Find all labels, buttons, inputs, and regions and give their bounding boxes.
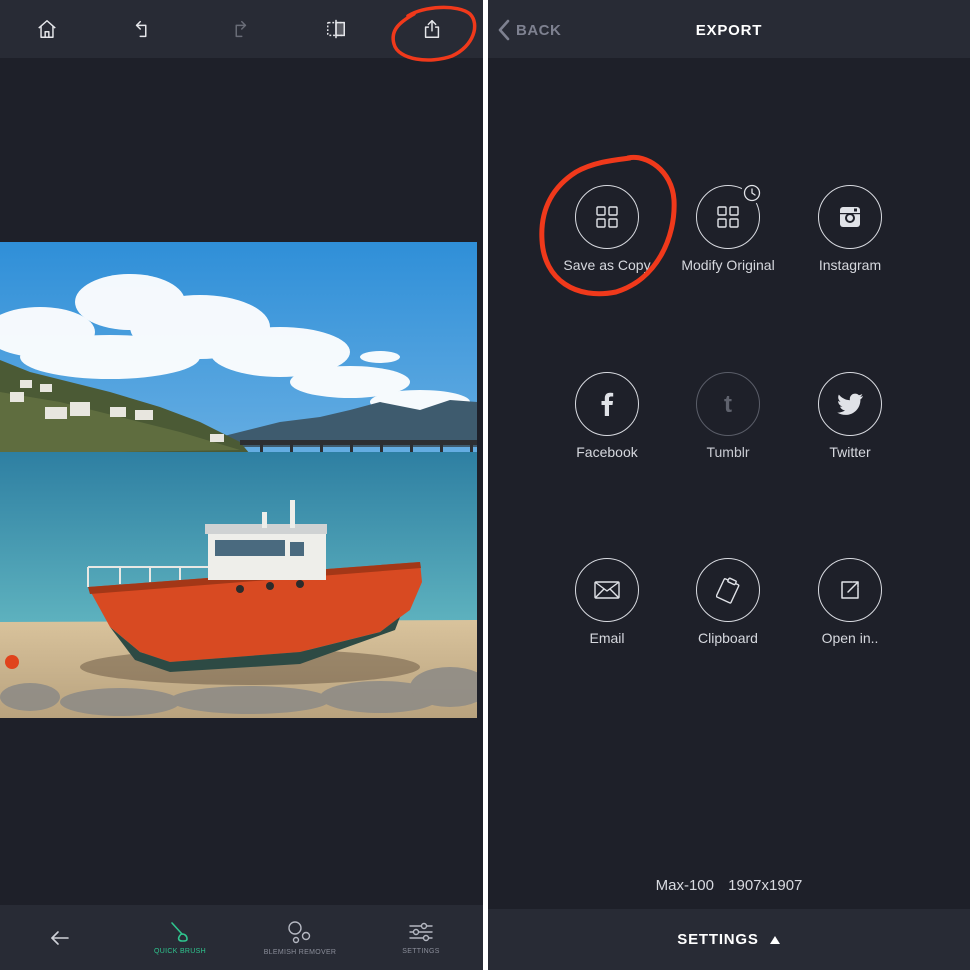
redo-button[interactable]	[222, 12, 256, 46]
twitter-label: Twitter	[829, 444, 871, 460]
email-label: Email	[589, 630, 625, 646]
tumblr-icon: t	[724, 391, 732, 418]
boat-photo	[0, 242, 477, 718]
instagram-icon	[840, 207, 860, 227]
facebook-icon	[601, 392, 614, 416]
instagram-option[interactable]: Instagram	[790, 185, 910, 274]
redo-icon	[235, 20, 247, 38]
settings-tool[interactable]: SETTINGS	[391, 905, 451, 970]
export-quality-info: Max-100 1907x1907	[488, 877, 970, 894]
compare-button[interactable]	[319, 12, 353, 46]
dimensions-label: 1907x1907	[728, 877, 803, 894]
sliders-icon	[409, 922, 433, 942]
tumblr-circle: t	[696, 372, 760, 436]
settings-tool-label: SETTINGS	[402, 948, 440, 955]
open-in-circle	[818, 558, 882, 622]
undo-button[interactable]	[126, 12, 160, 46]
instagram-circle	[818, 185, 882, 249]
quick-brush-label: QUICK BRUSH	[154, 948, 206, 955]
clipboard-circle	[696, 558, 760, 622]
facebook-label: Facebook	[576, 444, 638, 460]
tumblr-option[interactable]: t Tumblr	[668, 372, 788, 461]
facebook-circle	[575, 372, 639, 436]
clipboard-option[interactable]: Clipboard	[668, 558, 788, 647]
settings-label: SETTINGS	[677, 931, 759, 948]
export-header: BACK EXPORT	[488, 0, 970, 58]
save-as-copy-option[interactable]: Save as Copy	[547, 185, 667, 274]
home-icon	[38, 20, 56, 38]
brush-icon	[171, 922, 188, 942]
modify-original-circle	[696, 182, 763, 249]
save-as-copy-circle	[575, 185, 639, 249]
open-in-label: Open in..	[821, 630, 879, 646]
clock-badge	[741, 182, 763, 204]
back-arrow-button[interactable]	[40, 905, 80, 970]
email-option[interactable]: Email	[547, 558, 667, 647]
facebook-option[interactable]: Facebook	[547, 372, 667, 461]
twitter-circle	[818, 372, 882, 436]
home-button[interactable]	[30, 12, 64, 46]
quick-brush-tool[interactable]: QUICK BRUSH	[140, 905, 220, 970]
export-panel: BACK EXPORT Save as Copy Modify Original…	[488, 0, 970, 970]
photo-preview[interactable]	[0, 242, 477, 718]
grid-icon	[717, 206, 739, 228]
save-as-copy-label: Save as Copy	[563, 257, 651, 273]
modify-original-label: Modify Original	[681, 257, 775, 273]
blemish-remover-tool[interactable]: BLEMISH REMOVER	[255, 905, 345, 970]
editor-panel: QUICK BRUSH BLEMISH REMOVER SETTINGS	[0, 0, 483, 970]
blemish-remover-label: BLEMISH REMOVER	[263, 949, 337, 956]
email-circle	[575, 558, 639, 622]
envelope-icon	[594, 581, 620, 599]
grid-icon	[596, 206, 618, 228]
clipboard-icon	[716, 577, 740, 604]
clipboard-label: Clipboard	[698, 630, 758, 646]
undo-icon	[135, 20, 147, 38]
open-in-option[interactable]: Open in..	[790, 558, 910, 647]
settings-expander[interactable]: SETTINGS	[488, 909, 970, 970]
caret-up-icon	[769, 935, 780, 944]
modify-original-option[interactable]: Modify Original	[668, 182, 788, 274]
tumblr-label: Tumblr	[706, 444, 750, 460]
page-title: EXPORT	[695, 22, 763, 39]
clock-icon	[743, 184, 761, 202]
svg-text:t: t	[724, 391, 732, 418]
instagram-label: Instagram	[818, 257, 882, 273]
editor-bottom-bar: QUICK BRUSH BLEMISH REMOVER SETTINGS	[0, 905, 483, 970]
share-button[interactable]	[415, 12, 449, 46]
compare-icon	[327, 19, 345, 39]
open-in-icon	[841, 581, 859, 599]
share-icon	[424, 20, 440, 38]
editor-toolbar	[0, 0, 483, 58]
arrow-left-icon	[51, 930, 69, 945]
blemish-icon	[288, 921, 311, 944]
twitter-icon	[837, 393, 863, 415]
twitter-option[interactable]: Twitter	[790, 372, 910, 461]
quality-label: Max-100	[655, 877, 714, 894]
